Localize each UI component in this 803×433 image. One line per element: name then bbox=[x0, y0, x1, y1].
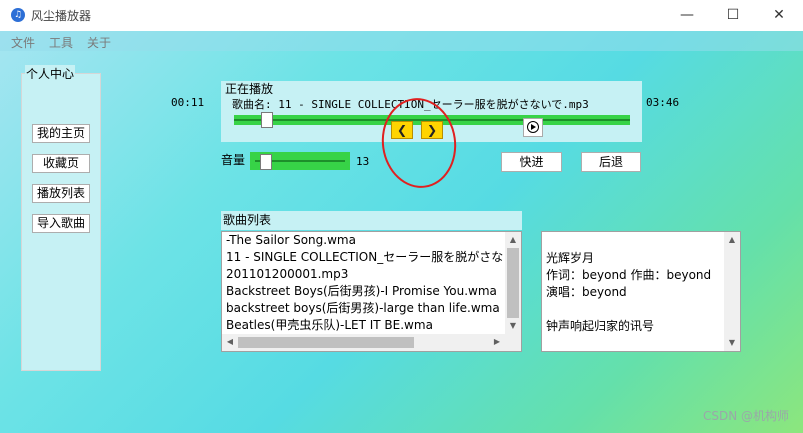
menu-file[interactable]: 文件 bbox=[11, 34, 35, 51]
menu-about[interactable]: 关于 bbox=[87, 34, 111, 51]
watermark: CSDN @机构师 bbox=[702, 409, 789, 423]
close-button[interactable]: ✕ bbox=[756, 0, 802, 31]
vertical-scroll-thumb[interactable] bbox=[507, 248, 519, 318]
list-item[interactable]: backstreet boys(后街男孩)-large than life.wm… bbox=[222, 300, 521, 317]
menu-bar: 文件 工具 关于 bbox=[0, 31, 803, 51]
horizontal-scroll-thumb[interactable] bbox=[238, 337, 414, 348]
list-item[interactable]: Beatles(甲壳虫乐队)-LET IT BE.wma bbox=[222, 317, 521, 334]
elapsed-time: 00:11 bbox=[171, 96, 205, 109]
app-window: ♫ 风尘播放器 — ☐ ✕ 文件 工具 关于 个人中心 我的主页 收藏页 播放列… bbox=[0, 0, 803, 433]
play-button[interactable] bbox=[523, 118, 543, 137]
scroll-up-icon[interactable]: ▲ bbox=[724, 232, 740, 248]
lyric-line: 演唱：beyond bbox=[546, 285, 627, 299]
scroll-up-icon[interactable]: ▲ bbox=[505, 232, 521, 248]
window-title: 风尘播放器 bbox=[31, 9, 92, 23]
scroll-right-icon[interactable]: ▶ bbox=[489, 334, 505, 350]
import-songs-button[interactable]: 导入歌曲 bbox=[32, 214, 90, 233]
list-item[interactable]: Backstreet Boys(后街男孩)-I Promise You.wma bbox=[222, 283, 521, 300]
volume-value: 13 bbox=[356, 155, 370, 168]
list-item[interactable]: 11 - SINGLE COLLECTION_セーラー服を脱がさな bbox=[222, 249, 521, 266]
scroll-down-icon[interactable]: ▼ bbox=[724, 335, 740, 351]
volume-thumb[interactable] bbox=[260, 154, 272, 170]
now-playing-label: 正在播放 bbox=[225, 82, 274, 96]
song-list[interactable]: -The Sailor Song.wma 11 - SINGLE COLLECT… bbox=[221, 231, 522, 352]
personal-center-panel: 个人中心 我的主页 收藏页 播放列表 导入歌曲 bbox=[21, 65, 101, 371]
lyric-line: 钟声响起归家的讯号 bbox=[546, 319, 655, 333]
fast-forward-button[interactable]: 快进 bbox=[501, 152, 562, 172]
scroll-down-icon[interactable]: ▼ bbox=[505, 318, 521, 334]
lyric-line: 作词：beyond 作曲：beyond bbox=[546, 268, 712, 282]
play-triangle bbox=[531, 124, 536, 130]
rewind-button[interactable]: 后退 bbox=[581, 152, 641, 172]
list-item[interactable]: 201101200001.mp3 bbox=[222, 266, 521, 283]
progress-thumb[interactable] bbox=[261, 112, 273, 128]
minimize-button[interactable]: — bbox=[664, 0, 710, 31]
title-bar: ♫ 风尘播放器 — ☐ ✕ bbox=[0, 0, 803, 31]
scrollbar-corner bbox=[505, 334, 521, 351]
scroll-left-icon[interactable]: ◀ bbox=[222, 334, 238, 350]
maximize-button[interactable]: ☐ bbox=[710, 0, 756, 31]
volume-slider[interactable] bbox=[250, 152, 350, 170]
song-list-horizontal-scrollbar[interactable]: ◀ ▶ bbox=[222, 334, 505, 351]
menu-tools[interactable]: 工具 bbox=[49, 34, 73, 51]
lyrics-panel[interactable]: 光辉岁月 作词：beyond 作曲：beyond 演唱：beyond 钟声响起归… bbox=[541, 231, 741, 352]
music-note-icon: ♫ bbox=[11, 8, 25, 22]
client-area: 文件 工具 关于 个人中心 我的主页 收藏页 播放列表 导入歌曲 00:11 0… bbox=[0, 31, 803, 433]
my-homepage-button[interactable]: 我的主页 bbox=[32, 124, 90, 143]
playlist-button[interactable]: 播放列表 bbox=[32, 184, 90, 203]
song-list-label: 歌曲列表 bbox=[221, 211, 522, 230]
list-item[interactable]: -The Sailor Song.wma bbox=[222, 232, 521, 249]
personal-center-label: 个人中心 bbox=[25, 65, 76, 82]
lyric-line: 光辉岁月 bbox=[546, 251, 595, 265]
song-list-vertical-scrollbar[interactable]: ▲ ▼ bbox=[505, 232, 521, 334]
volume-label: 音量 bbox=[221, 153, 246, 167]
total-time: 03:46 bbox=[646, 96, 680, 109]
lyrics-vertical-scrollbar[interactable]: ▲ ▼ bbox=[724, 232, 740, 351]
favorites-button[interactable]: 收藏页 bbox=[32, 154, 90, 173]
